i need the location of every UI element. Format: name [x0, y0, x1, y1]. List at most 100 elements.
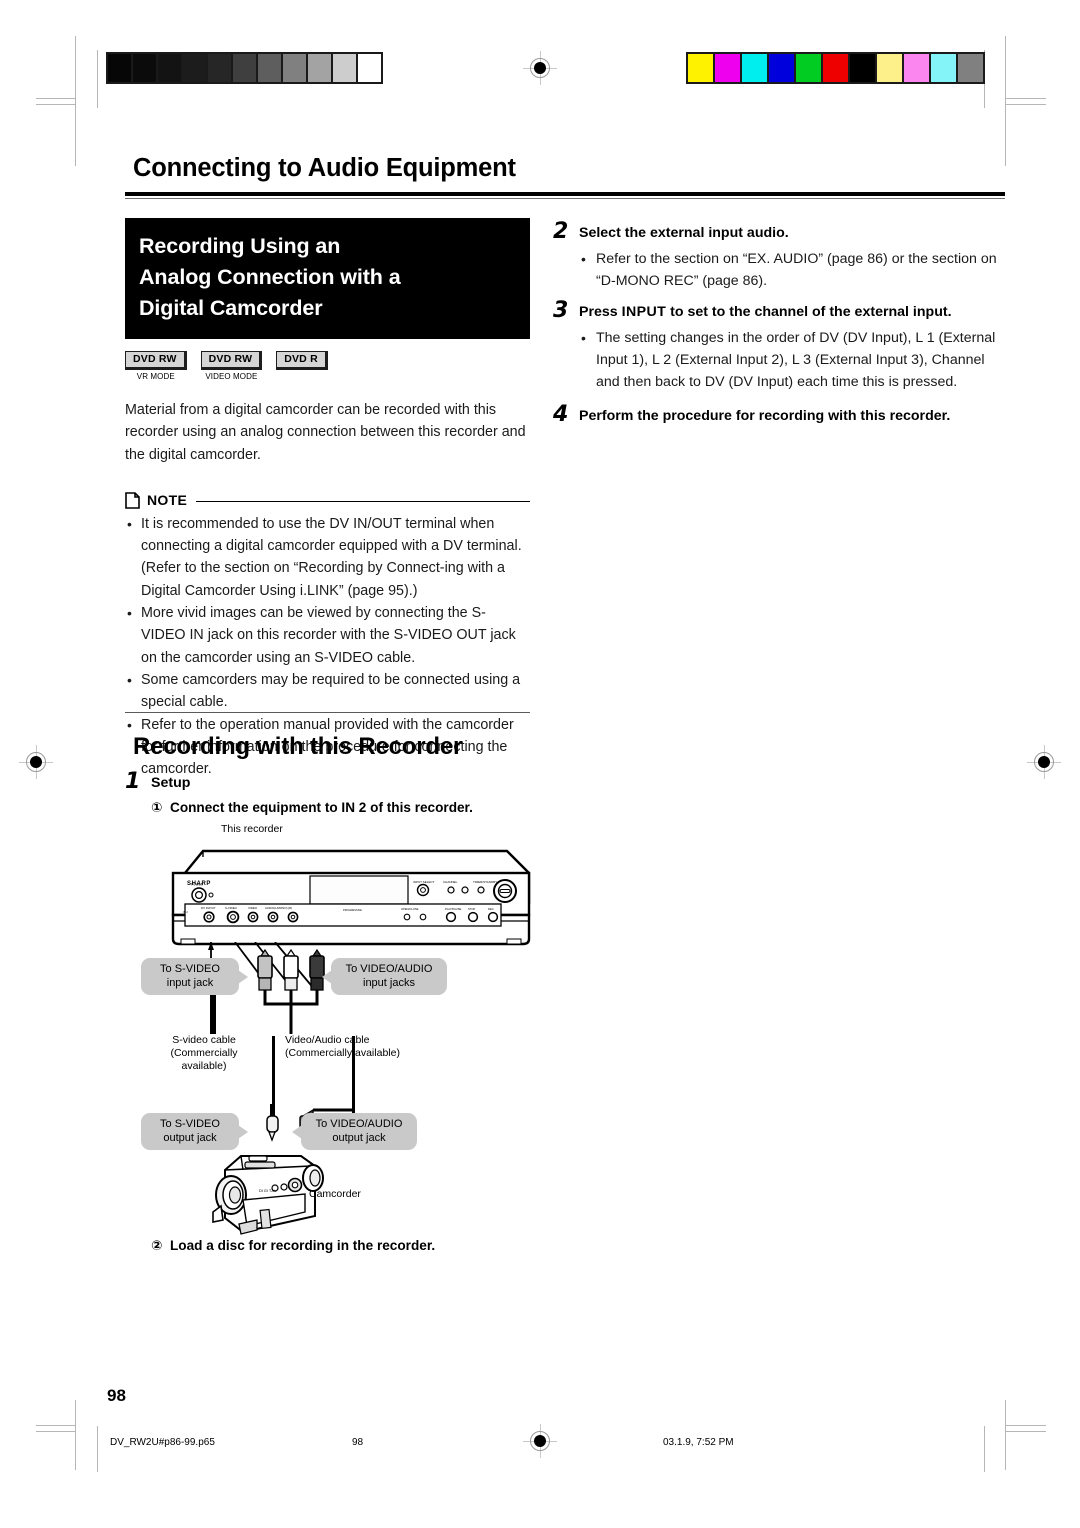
crop-mark-bottom-right-vertical: [1005, 1400, 1006, 1470]
av-cable-label: Video/Audio cable (Commercially availabl…: [285, 1034, 435, 1060]
badge-label: DVD RW: [200, 351, 263, 370]
crop-mark-bottom-right-horizontal: [1006, 1425, 1046, 1426]
note-item: It is recommended to use the DV IN/OUT t…: [125, 513, 530, 602]
color-calibration-bar: [686, 52, 985, 84]
callout-svideo-input-jack: To S-VIDEO input jack: [141, 958, 248, 995]
camcorder-label: Camcorder: [309, 1188, 361, 1200]
section-banner-line-1: Recording Using an: [139, 234, 341, 258]
step-3-heading: Press INPUT to set to the channel of the…: [579, 301, 1005, 323]
calibration-swatch-10: [958, 54, 983, 82]
note-bottom-divider: [125, 712, 530, 713]
registration-mark-right: [1027, 745, 1061, 779]
calibration-swatch-8: [308, 54, 331, 82]
calibration-swatch-4: [208, 54, 231, 82]
calibration-swatch-9: [931, 54, 956, 82]
note-header: NOTE: [125, 492, 530, 509]
calibration-swatch-1: [133, 54, 156, 82]
step-1-substep-1: ① Connect the equipment to IN 2 of this …: [151, 797, 535, 818]
svg-text:REC: REC: [488, 907, 494, 911]
callout-line-2: input jacks: [363, 976, 415, 989]
calibration-swatch-0: [688, 54, 713, 82]
crop-mark-top-left-vertical-2: [97, 50, 98, 108]
left-column: Recording Using an Analog Connection wit…: [125, 218, 530, 780]
svg-text:STOP: STOP: [468, 907, 475, 911]
registration-mark-left: [19, 745, 53, 779]
badge-sub-label: VIDEO MODE: [205, 372, 258, 381]
calibration-swatch-8: [904, 54, 929, 82]
step-4: 4 Perform the procedure for recording wi…: [553, 402, 1005, 428]
calibration-swatch-7: [283, 54, 306, 82]
step-2-bullet: Refer to the section on “EX. AUDIO” (pag…: [579, 248, 1005, 293]
svideo-cable-label-line-2: (Commercially: [170, 1047, 238, 1059]
svg-text:INPUT SELECT: INPUT SELECT: [413, 880, 435, 884]
step-2-bullets: Refer to the section on “EX. AUDIO” (pag…: [579, 248, 1005, 293]
calibration-swatch-2: [742, 54, 767, 82]
page-number: 98: [107, 1386, 126, 1405]
crop-mark-bottom-right-vertical-2: [984, 1426, 985, 1472]
callout-line-1: To S-VIDEO: [160, 1118, 220, 1130]
step-2: 2 Select the external input audio. Refer…: [553, 221, 1005, 293]
calibration-swatch-2: [158, 54, 181, 82]
note-label: NOTE: [147, 492, 188, 509]
svg-text:PLAY/PAUSE: PLAY/PAUSE: [445, 907, 462, 911]
crop-mark-top-right-horizontal-2: [1006, 98, 1046, 99]
step-3-bullet: The setting changes in the order of DV (…: [579, 327, 1005, 394]
badge-label: DVD R: [276, 351, 328, 370]
step-1-heading: Setup: [151, 775, 191, 791]
badge-dvd-r: DVD R: [276, 349, 328, 371]
step-3-number: 3: [553, 297, 569, 323]
calibration-swatch-0: [108, 54, 131, 82]
step-3-bullets: The setting changes in the order of DV (…: [579, 327, 1005, 394]
crop-mark-top-left-vertical: [75, 36, 76, 166]
footer-date: 03.1.9, 7:52 PM: [663, 1437, 734, 1448]
badge-dvd-rw-video: DVD RW VIDEO MODE: [200, 349, 263, 382]
calibration-swatch-1: [715, 54, 740, 82]
page-title: Connecting to Audio Equipment: [133, 154, 516, 182]
badge-label: DVD RW: [125, 351, 187, 370]
svideo-cable-label-line-3: available): [181, 1060, 227, 1072]
step-3-heading-post: to set to the channel of the external in…: [666, 303, 952, 320]
substep-2-marker: ②: [151, 1238, 163, 1253]
document-icon: [125, 492, 140, 509]
section-banner-line-2: Analog Connection with a: [139, 265, 401, 289]
intro-paragraph: Material from a digital camcorder can be…: [125, 402, 526, 463]
note-item: Some camcorders may be required to be co…: [125, 669, 530, 714]
step-1: 1 Setup ① Connect the equipment to IN 2 …: [125, 771, 535, 822]
svg-text:OPEN/CLOSE: OPEN/CLOSE: [401, 907, 419, 911]
svg-text:CHANNEL: CHANNEL: [443, 880, 458, 884]
crop-mark-top-right-vertical: [1005, 36, 1006, 166]
calibration-swatch-3: [183, 54, 206, 82]
title-divider-thin: [125, 198, 1005, 199]
calibration-swatch-3: [769, 54, 794, 82]
svg-text:TIMER/STANDBY: TIMER/STANDBY: [473, 880, 497, 884]
step-1-substep-2: ② Load a disc for recording in the recor…: [151, 1235, 551, 1256]
step-4-number: 4: [553, 402, 569, 428]
step-4-heading: Perform the procedure for recording with…: [579, 408, 951, 425]
substep-1-marker: ①: [151, 800, 163, 815]
calibration-swatch-6: [258, 54, 281, 82]
calibration-swatch-6: [850, 54, 875, 82]
crop-mark-bottom-left-vertical: [75, 1400, 76, 1470]
svg-text:DV IN/OUT: DV IN/OUT: [201, 906, 216, 910]
av-cable-label-line-2: (Commercially available): [285, 1047, 400, 1059]
this-recorder-label: This recorder: [221, 823, 283, 835]
calibration-swatch-5: [823, 54, 848, 82]
calibration-swatch-10: [358, 54, 381, 82]
substep-1-text: Connect the equipment to IN 2 of this re…: [170, 800, 473, 815]
substep-2-text: Load a disc for recording in the recorde…: [170, 1238, 436, 1253]
section-banner-line-3: Digital Camcorder: [139, 296, 323, 320]
badge-dvd-rw-vr: DVD RW VR MODE: [125, 349, 187, 382]
crop-mark-bottom-left-vertical-2: [97, 1426, 98, 1472]
step-2-heading: Select the external input audio.: [579, 225, 789, 241]
callout-line-2: input jack: [166, 976, 214, 989]
step-3-heading-pre: Press: [579, 303, 622, 320]
svideo-cable-label: S-video cable (Commercially available): [155, 1034, 253, 1073]
calibration-swatch-9: [333, 54, 356, 82]
callout-line-1: To S-VIDEO: [160, 963, 220, 975]
svg-text:(R): (R): [288, 906, 292, 910]
svg-text:AUDIO(L/MONO): AUDIO(L/MONO): [265, 906, 288, 910]
callout-video-audio-input-jacks: To VIDEO/AUDIO input jacks: [322, 958, 447, 995]
badge-sub-label: VR MODE: [136, 372, 175, 381]
right-column: 2 Select the external input audio. Refer…: [553, 221, 1005, 431]
crop-mark-top-left-horizontal: [36, 104, 76, 105]
